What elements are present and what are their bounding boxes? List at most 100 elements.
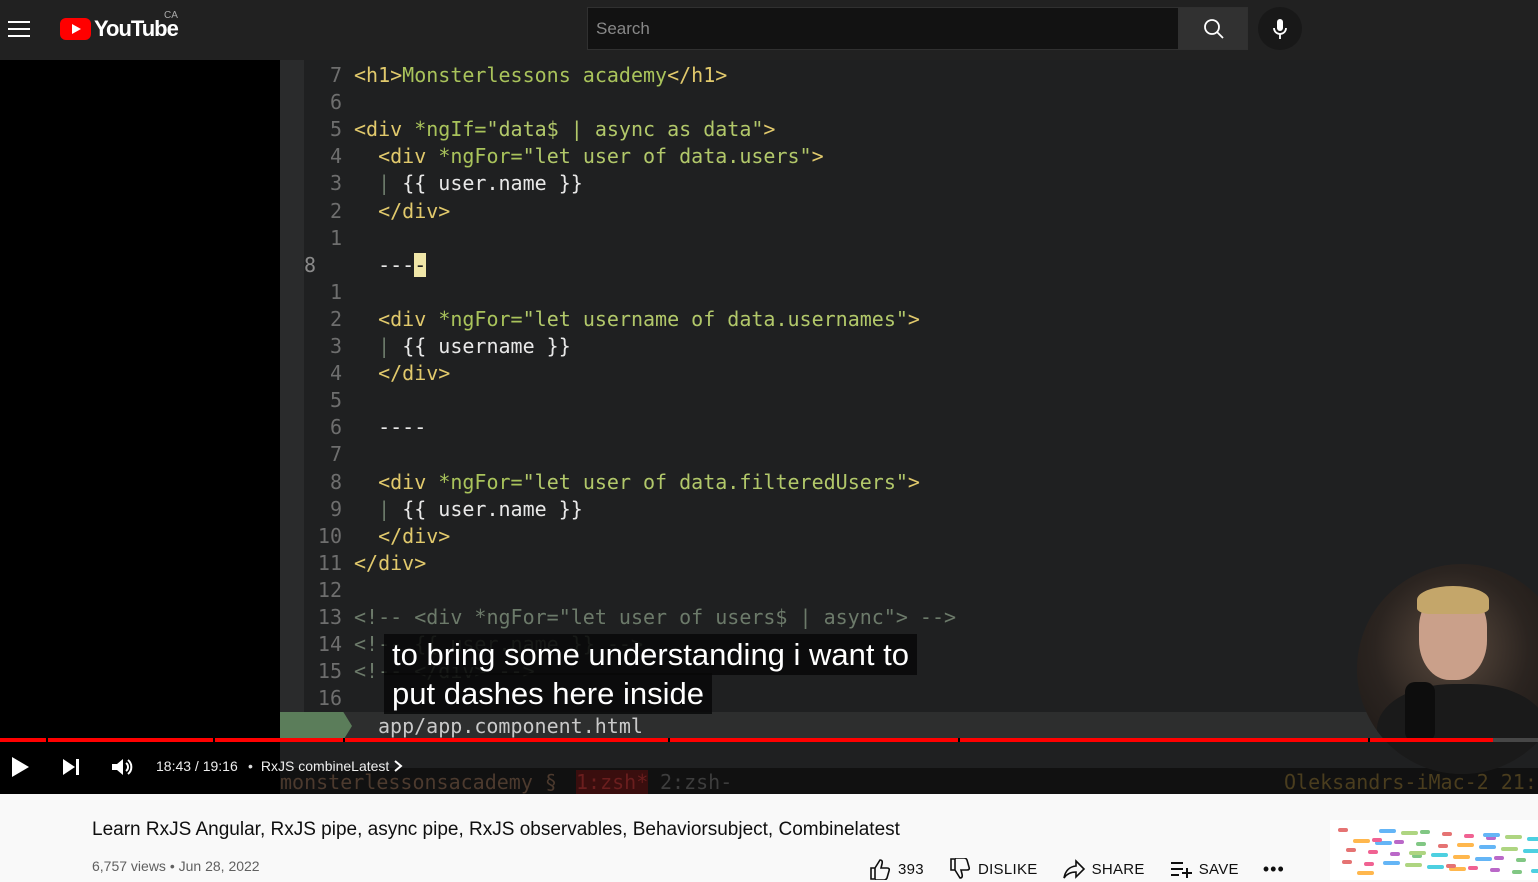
thumbnail-node — [1416, 842, 1426, 846]
upload-date: Jun 28, 2022 — [178, 858, 260, 874]
separator-dot: • — [248, 758, 253, 774]
microphone-prop — [1405, 682, 1435, 742]
caption-line-1: to bring some understanding i want to — [384, 634, 917, 675]
thumbnail-node — [1394, 840, 1404, 844]
line-number: 7 — [329, 442, 342, 467]
caption-line-2: put dashes here inside — [384, 673, 712, 714]
thumbs-up-icon — [870, 859, 891, 880]
thumbnail-node — [1446, 864, 1456, 868]
thumbnail-node — [1338, 828, 1348, 832]
thumbnail-node — [1442, 832, 1452, 836]
chapter-marker — [668, 738, 670, 742]
thumbnail-node — [1468, 866, 1478, 870]
share-icon — [1062, 859, 1085, 879]
captions: to bring some understanding i want to pu… — [384, 634, 917, 714]
thumbnail-node — [1346, 848, 1356, 852]
thumbnail-node — [1505, 835, 1522, 839]
code-text: </div> — [354, 550, 427, 575]
thumbnail-node — [1475, 857, 1492, 861]
line-number: 11 — [317, 550, 342, 575]
thumbnail-node — [1431, 853, 1448, 857]
thumbnail-node — [1512, 870, 1522, 874]
thumbnail-node — [1383, 861, 1400, 865]
recommended-thumbnail[interactable] — [1330, 820, 1538, 880]
thumbnail-node — [1390, 852, 1400, 856]
like-button[interactable]: 393 — [868, 858, 924, 880]
chapter-title[interactable]: • RxJS combineLatest — [248, 758, 403, 774]
status-mode-indicator — [280, 712, 352, 740]
code-text: </div> — [378, 198, 451, 223]
line-number: 3 — [329, 171, 342, 196]
share-label: SHARE — [1091, 860, 1145, 878]
code-text: | {{ user.name }} — [378, 496, 583, 521]
video-info: Learn RxJS Angular, RxJS pipe, async pip… — [0, 794, 1538, 880]
code-text: <div *ngFor="let user of data.filteredUs… — [378, 469, 920, 494]
share-button[interactable]: SHARE — [1062, 858, 1145, 880]
play-button[interactable] — [2, 750, 38, 784]
line-number: 7 — [329, 63, 342, 87]
thumbnail-node — [1409, 851, 1426, 855]
menu-icon[interactable] — [8, 14, 34, 44]
thumbnail-node — [1479, 845, 1496, 849]
search-input[interactable] — [587, 7, 1179, 50]
line-number: 4 — [329, 144, 342, 169]
dislike-label: DISLIKE — [977, 860, 1038, 878]
thumbnail-node — [1368, 850, 1378, 854]
thumbnail-node — [1420, 830, 1430, 834]
code-text: <div *ngIf="data$ | async as data"> — [354, 117, 776, 142]
thumbnail-node — [1494, 856, 1504, 860]
thumbnail-node — [1523, 849, 1538, 853]
code-text: <h1>Monsterlessons academy</h1> — [354, 63, 728, 87]
code-text: <div *ngFor="let user of data.users"> — [378, 144, 824, 169]
meta-separator: • — [169, 858, 179, 874]
line-number: 3 — [329, 334, 342, 358]
view-count: 6,757 views — [92, 858, 166, 874]
line-number: 16 — [317, 686, 342, 711]
chapter-marker — [958, 738, 960, 742]
next-button[interactable] — [53, 750, 89, 784]
voice-search-button[interactable] — [1258, 7, 1302, 50]
line-number: 6 — [329, 415, 342, 440]
thumbnail-node — [1372, 838, 1382, 842]
line-number: 9 — [329, 496, 342, 521]
video-player[interactable]: 7 <h1>Monsterlessons academy</h1> 6 5 <div *… — [0, 60, 1538, 794]
chapter-marker — [1368, 738, 1370, 742]
thumbnail-node — [1501, 847, 1518, 851]
line-number: 13 — [317, 605, 342, 629]
more-actions-icon[interactable]: ••• — [1263, 859, 1285, 880]
masthead: YouTube CA — [0, 0, 1538, 60]
progress-bar[interactable] — [0, 738, 1538, 742]
code-text: ---- — [378, 415, 427, 440]
chapter-marker — [343, 738, 345, 742]
presenter-hair — [1417, 586, 1489, 614]
line-number: 4 — [329, 361, 342, 386]
line-number: 8 — [304, 252, 317, 277]
line-number: 10 — [317, 523, 342, 548]
line-number: 8 — [329, 469, 342, 494]
search-icon — [1203, 18, 1224, 39]
chapter-marker — [213, 738, 215, 742]
dislike-button[interactable]: DISLIKE — [948, 858, 1038, 880]
code-text: | {{ username }} — [378, 334, 571, 358]
line-number: 2 — [329, 198, 342, 223]
thumbnail-node — [1464, 834, 1474, 838]
like-count: 393 — [898, 860, 924, 878]
thumbnail-node — [1453, 855, 1470, 859]
line-number: 12 — [317, 577, 342, 602]
thumbnail-node — [1405, 863, 1422, 867]
thumbnail-node — [1401, 831, 1418, 835]
volume-icon — [112, 759, 133, 775]
line-number: 1 — [329, 225, 342, 250]
microphone-icon — [1273, 18, 1287, 39]
line-number: 6 — [329, 90, 342, 115]
search-button[interactable] — [1179, 7, 1248, 50]
thumbnail-node — [1490, 868, 1500, 872]
playlist-add-icon — [1170, 862, 1192, 878]
thumbnail-node — [1527, 837, 1538, 841]
mute-button[interactable] — [104, 750, 140, 784]
thumbnail-node — [1483, 833, 1500, 837]
youtube-logo[interactable]: YouTube CA — [60, 10, 179, 42]
save-button[interactable]: SAVE — [1169, 858, 1239, 880]
code-text: <div *ngFor="let username of data.userna… — [378, 306, 920, 331]
thumbnail-node — [1438, 844, 1448, 848]
